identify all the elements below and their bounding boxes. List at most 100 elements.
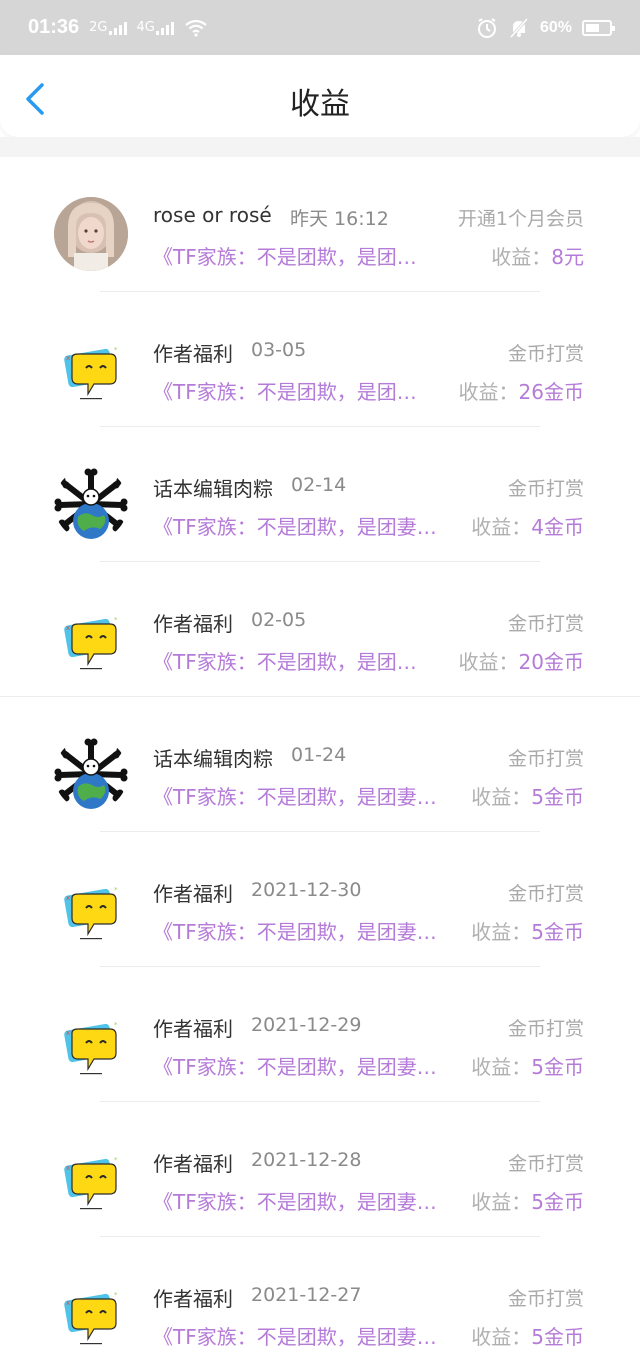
bone-earth-avatar [54,467,128,541]
book-title-link[interactable]: 《TF家族：不是团欺，是团妻… [153,1321,437,1350]
earning-type: 金币打赏 [507,478,584,500]
status-bar: 01:36 2G 4G 60% [0,0,640,55]
earning-date: 02-05 [251,609,307,631]
earning-date: 01-24 [291,744,347,766]
earning-row[interactable]: rose or rosé 昨天 16:12 开通1个月会员 《TF家族：不是团欺，是团… [0,157,640,292]
network-4g-label: 4G [136,20,155,35]
earning-amount: 收益：5金币 [471,781,584,810]
earning-amount: 收益：5金币 [471,916,584,945]
svg-text:*: * [114,1021,118,1029]
earning-type: 金币打赏 [507,613,584,635]
book-title-link[interactable]: 《TF家族：不是团欺，是团妻… [153,1186,437,1215]
yellow-chat-avatar: x * [54,602,128,676]
earning-type: 金币打赏 [507,883,584,905]
sender-name: rose or rosé [153,203,272,227]
earning-value: 5金币 [531,1325,584,1349]
sender-name: 作者福利 [153,882,233,906]
earning-label: 收益： [471,1055,532,1079]
page-title: 收益 [290,87,350,122]
svg-text:*: * [114,616,118,624]
book-title-link[interactable]: 《TF家族：不是团欺，是团… [153,376,417,405]
earning-value: 8元 [551,245,584,269]
earning-row[interactable]: x * 作者福利 03-05 金币打赏《TF家族：不是团欺，是团… 收益：26金币 [0,292,640,427]
mute-bell-icon [509,17,529,38]
book-title-link[interactable]: 《TF家族：不是团欺，是团… [153,646,417,675]
signal-4g-icon: 4G [137,20,174,35]
earning-type: 金币打赏 [507,1288,584,1310]
svg-text:x: x [66,894,70,902]
earning-type: 金币打赏 [507,343,584,365]
svg-text:*: * [114,1291,118,1299]
earning-amount: 收益：5金币 [471,1051,584,1080]
battery-icon [582,19,615,36]
yellow-chat-avatar: x * [54,1142,128,1216]
earning-amount: 收益：8元 [491,241,584,270]
sender-name: 作者福利 [153,342,233,366]
book-title-link[interactable]: 《TF家族：不是团欺，是团… [153,241,417,270]
status-left: 01:36 2G 4G [28,16,208,39]
bone-earth-avatar [54,737,128,811]
yellow-chat-avatar: x * [54,872,128,946]
svg-text:*: * [114,346,118,354]
earning-row[interactable]: 话本编辑肉粽 02-14 金币打赏 《TF家族：不是团欺，是团妻… 收益：4金币 [0,427,640,562]
earning-value: 5金币 [531,1055,584,1079]
earning-value: 26金币 [518,380,584,404]
earning-row[interactable]: x * 作者福利 2021-12-27 金币打赏《TF家族：不是团欺，是团妻… 收益：… [0,1237,640,1351]
earning-amount: 收益：5金币 [471,1186,584,1215]
yellow-chat-avatar: x * [54,1277,128,1351]
sender-name: 作者福利 [153,612,233,636]
svg-text:*: * [114,886,118,894]
book-title-link[interactable]: 《TF家族：不是团欺，是团妻… [153,511,437,540]
earning-amount: 收益：20金币 [459,646,584,675]
earning-value: 5金币 [531,785,584,809]
earning-value: 5金币 [531,1190,584,1214]
earning-date: 昨天 16:12 [290,208,389,230]
earning-label: 收益： [458,380,519,404]
earning-date: 2021-12-28 [251,1149,362,1171]
yellow-chat-avatar: x * [54,1007,128,1081]
alarm-icon [477,17,496,38]
sender-name: 话本编辑肉粽 [153,747,273,771]
earning-label: 收益： [491,245,552,269]
svg-text:x: x [66,354,70,362]
svg-text:x: x [66,1029,70,1037]
network-2g-label: 2G [89,20,108,35]
earning-row[interactable]: x * 作者福利 2021-12-30 金币打赏《TF家族：不是团欺，是团妻… 收益：… [0,832,640,967]
sender-name: 作者福利 [153,1017,233,1041]
earning-amount: 收益：5金币 [471,1321,584,1350]
earning-value: 5金币 [531,920,584,944]
earning-amount: 收益：26金币 [459,376,584,405]
earning-row[interactable]: 话本编辑肉粽 01-24 金币打赏《TF家族：不是团欺，是团妻… 收益：5金币 [0,697,640,832]
battery-percent: 60% [539,18,572,36]
earning-date: 2021-12-27 [251,1284,362,1306]
earning-date: 02-14 [291,474,347,496]
status-right: 60% [476,17,615,39]
earning-label: 收益： [471,920,532,944]
earning-row[interactable]: x * 作者福利 02-05 金币打赏《TF家族：不是团欺，是团… 收益：20金币 [0,562,640,697]
svg-text:x: x [66,1299,70,1307]
girl-photo-avatar [54,197,128,271]
earning-value: 20金币 [518,650,584,674]
earning-label: 收益： [471,1190,532,1214]
status-time: 01:36 [28,16,80,38]
svg-text:x: x [66,1164,70,1172]
book-title-link[interactable]: 《TF家族：不是团欺，是团妻… [153,1051,437,1080]
book-title-link[interactable]: 《TF家族：不是团欺，是团妻… [153,781,437,810]
section-gap [0,137,640,157]
earning-label: 收益： [471,515,532,539]
earning-date: 2021-12-30 [251,879,362,901]
earning-date: 03-05 [251,339,307,361]
earning-row[interactable]: x * 作者福利 2021-12-29 金币打赏 《TF家族：不是团欺，是团妻… 收益：… [0,967,640,1102]
earning-label: 收益： [458,650,519,674]
signal-2g-icon: 2G [89,20,127,35]
sender-name: 作者福利 [153,1287,233,1311]
book-title-link[interactable]: 《TF家族：不是团欺，是团妻… [153,916,437,945]
svg-text:x: x [66,624,70,632]
earning-value: 4金币 [531,515,584,539]
earning-label: 收益： [471,785,532,809]
earning-type: 金币打赏 [507,748,584,770]
earning-type: 金币打赏 [507,1018,584,1040]
svg-text:*: * [114,1156,118,1164]
earning-amount: 收益：4金币 [471,511,584,540]
earning-row[interactable]: x * 作者福利 2021-12-28 金币打赏 《TF家族：不是团欺，是团妻… 收益：… [0,1102,640,1237]
